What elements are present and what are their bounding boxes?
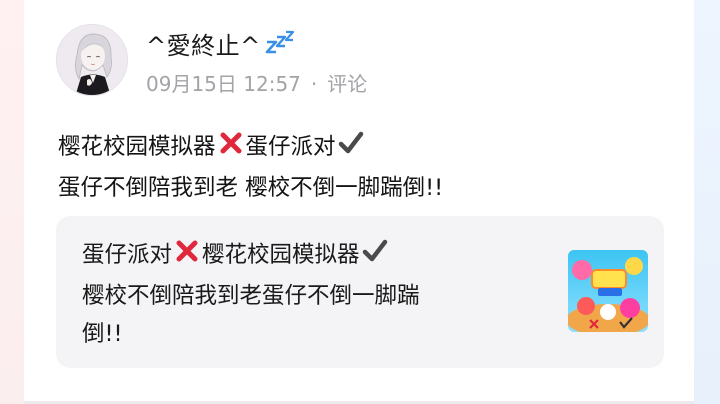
shared-post-text: 蛋仔派对 樱花校园模拟器 樱校不倒陪我到老蛋仔不倒一脚踹 倒!! <box>82 236 522 353</box>
meta-separator: · <box>310 72 318 96</box>
game-cover-thumbnail-icon[interactable] <box>568 250 648 332</box>
right-edge <box>694 0 720 404</box>
zzz-emoji-icon <box>265 30 297 62</box>
username[interactable]: ^愛終止^ <box>146 26 297 62</box>
cross-mark-icon <box>217 129 245 169</box>
post-date: 09月15日 12:57 <box>146 72 301 96</box>
avatar-illustration-icon <box>57 25 127 95</box>
shared-line-2: 樱校不倒陪我到老蛋仔不倒一脚踹 <box>82 283 420 309</box>
comment-link[interactable]: 评论 <box>327 72 367 96</box>
post-meta: 09月15日 12:57 · 评论 <box>146 68 367 97</box>
post-line-1-part-a: 樱花校园模拟器 <box>58 134 216 160</box>
shared-line-1-part-a: 蛋仔派对 <box>82 242 173 268</box>
post-line-1-part-b: 蛋仔派对 <box>245 134 336 160</box>
shared-line-1-part-b: 樱花校园模拟器 <box>202 242 360 268</box>
check-mark-icon <box>337 129 365 169</box>
shared-line-1: 蛋仔派对 樱花校园模拟器 <box>82 236 522 277</box>
shared-post-card[interactable]: 蛋仔派对 樱花校园模拟器 樱校不倒陪我到老蛋仔不倒一脚踹 倒!! <box>56 216 664 368</box>
post-line-1: 樱花校园模拟器 蛋仔派对 <box>58 128 658 169</box>
post-line-2: 蛋仔不倒陪我到老 樱校不倒一脚踹倒!! <box>58 175 444 201</box>
cross-mark-icon <box>173 237 201 277</box>
check-mark-icon <box>361 237 389 277</box>
left-edge <box>0 0 24 404</box>
user-avatar[interactable] <box>56 24 128 96</box>
post-content: 樱花校园模拟器 蛋仔派对 蛋仔不倒陪我到老 樱校不倒一脚踹倒!! <box>58 128 658 207</box>
username-text[interactable]: ^愛終止^ <box>146 32 261 60</box>
shared-line-3: 倒!! <box>82 321 123 347</box>
